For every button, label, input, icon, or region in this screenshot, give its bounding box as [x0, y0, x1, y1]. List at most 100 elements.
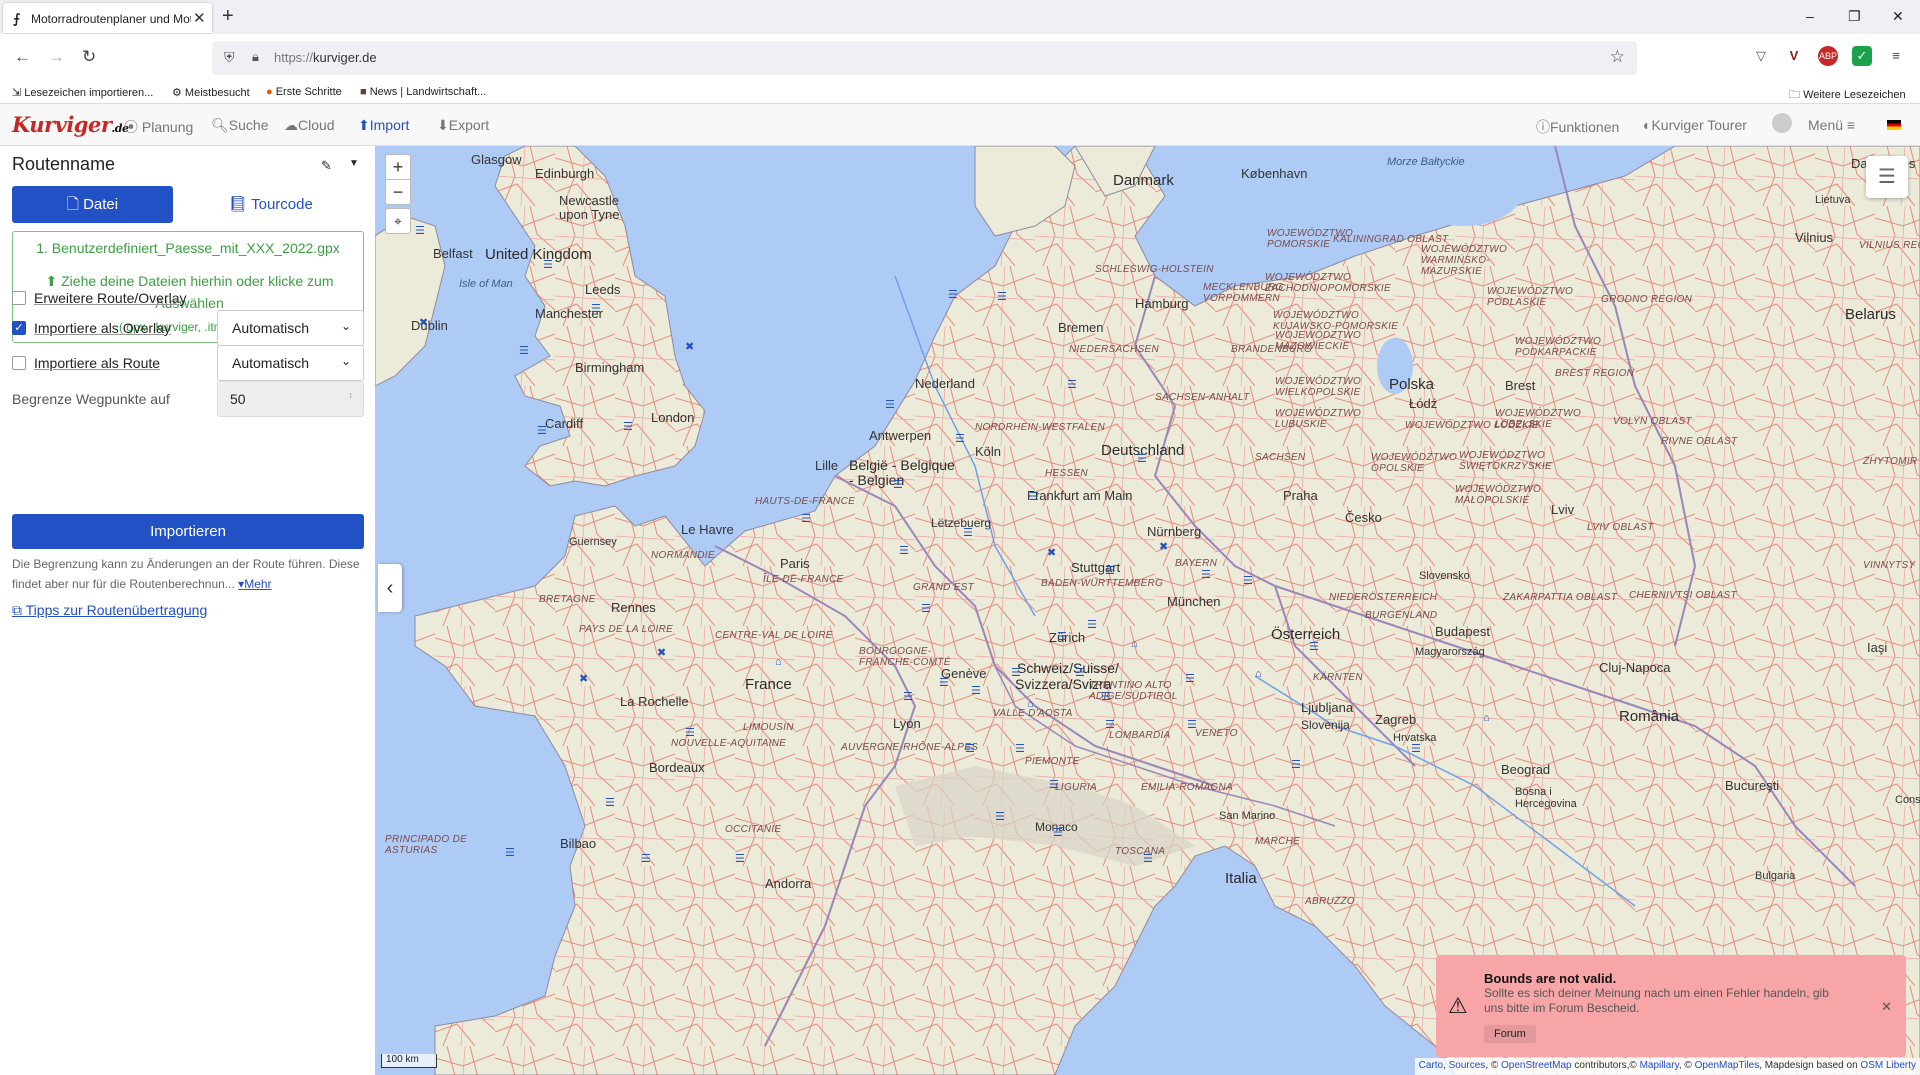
nav-export[interactable]: ⬇Export	[437, 117, 489, 134]
restore-button[interactable]: ❐	[1848, 8, 1861, 25]
waypoint-icon[interactable]: ☰	[963, 526, 973, 539]
attrib-osmliberty-link[interactable]: OSM Liberty	[1860, 1060, 1916, 1071]
import-overlay-checkbox[interactable]: ✓	[12, 321, 26, 335]
new-tab-button[interactable]: +	[222, 5, 234, 28]
waypoint-icon[interactable]: ☰	[1243, 574, 1253, 587]
pass-icon[interactable]: ✖	[419, 316, 428, 329]
hut-icon[interactable]: ⌂	[1255, 668, 1262, 680]
waypoint-icon[interactable]: ☰	[685, 726, 695, 739]
german-flag-icon[interactable]	[1887, 120, 1901, 130]
route-mode-select[interactable]: Automatisch ⌄	[217, 345, 364, 381]
pass-icon[interactable]: ✖	[1047, 546, 1056, 559]
more-link[interactable]: ▾Mehr	[238, 577, 271, 591]
waypoint-icon[interactable]: ☰	[605, 796, 615, 809]
hut-icon[interactable]: ⌂	[1131, 638, 1138, 650]
waypoint-icon[interactable]: ☰	[965, 742, 975, 755]
spinner-icon[interactable]: ↕	[349, 390, 354, 400]
browser-tab[interactable]: ⨍ Motorradroutenplaner und Mot ✕	[3, 3, 212, 33]
waypoint-icon[interactable]: ☰	[1101, 690, 1111, 703]
waypoint-icon[interactable]: ☰	[801, 512, 811, 525]
tips-link[interactable]: ⧉ Tipps zur Routenübertragung	[12, 602, 207, 619]
tab-close-icon[interactable]: ✕	[193, 9, 206, 27]
waypoint-icon[interactable]: ☰	[1015, 742, 1025, 755]
hut-icon[interactable]: ⌂	[1483, 712, 1490, 724]
close-window-button[interactable]: ✕	[1892, 8, 1904, 25]
waypoint-icon[interactable]: ☰	[641, 852, 651, 865]
attrib-osm-link[interactable]: OpenStreetMap	[1501, 1060, 1572, 1071]
bookmark-star-icon[interactable]: ☆	[1610, 47, 1625, 67]
import-button[interactable]: Importieren	[12, 514, 364, 549]
hut-icon[interactable]: ⌂	[775, 656, 782, 668]
checkmark-extension-icon[interactable]: ✓	[1852, 46, 1872, 66]
attrib-mapillary-link[interactable]: Mapillary	[1640, 1060, 1679, 1071]
attrib-carto-link[interactable]: Carto	[1419, 1060, 1443, 1071]
tab-tourcode[interactable]: 📘︎ Tourcode	[190, 186, 351, 223]
pocket-icon[interactable]: ▽	[1751, 46, 1771, 66]
waypoint-icon[interactable]: ☰	[1011, 666, 1021, 679]
waypoint-icon[interactable]: ☰	[903, 690, 913, 703]
nav-suche[interactable]: 🔍︎Suche	[211, 117, 268, 134]
nav-funktionen[interactable]: ⓘFunktionen	[1536, 117, 1619, 137]
map-canvas[interactable]: Glasgow Edinburgh Newcastle upon Tyne Un…	[375, 146, 1920, 1075]
waypoint-icon[interactable]: ☰	[893, 478, 903, 491]
waypoint-icon[interactable]: ☰	[1309, 640, 1319, 653]
waypoint-icon[interactable]: ☰	[1105, 564, 1115, 577]
bookmark-import[interactable]: ⇲ Lesezeichen importieren...	[12, 86, 153, 99]
waypoint-icon[interactable]: ☰	[995, 810, 1005, 823]
tab-datei[interactable]: 🗋︎ Datei	[12, 186, 173, 223]
vivaldi-extension-icon[interactable]: V	[1784, 46, 1804, 66]
waypoint-icon[interactable]: ☰	[1137, 452, 1147, 465]
forward-icon[interactable]: →	[48, 47, 65, 67]
waypoint-icon[interactable]: ☰	[885, 398, 895, 411]
nav-planung[interactable]: ⦿ Planung	[124, 117, 193, 137]
waypoint-icon[interactable]: ☰	[1087, 618, 1097, 631]
waypoint-icon[interactable]: ☰	[623, 420, 633, 433]
waypoint-icon[interactable]: ☰	[415, 224, 425, 237]
extended-route-label[interactable]: Erweitere Route/Overlay	[34, 290, 187, 306]
avatar[interactable]	[1772, 113, 1792, 133]
waypoint-icon[interactable]: ☰	[537, 424, 547, 437]
import-overlay-label[interactable]: Importiere als Overlay	[34, 320, 171, 336]
nav-menu[interactable]: Menü ≡	[1808, 117, 1855, 133]
waypoint-icon[interactable]: ☰	[1053, 826, 1063, 839]
locate-pin-icon[interactable]: ⌖	[385, 208, 411, 234]
bookmark-folder-more[interactable]: 🗀︎ Weitere Lesezeichen	[1789, 86, 1906, 105]
route-name-title[interactable]: Routenname	[12, 154, 115, 175]
pencil-icon[interactable]: ✎	[321, 158, 332, 174]
zoom-out-button[interactable]: −	[385, 179, 411, 205]
waypoint-icon[interactable]: ☰	[939, 676, 949, 689]
adblock-icon[interactable]: ABP	[1818, 46, 1838, 66]
bookmark-news[interactable]: ■ News | Landwirtschaft...	[360, 86, 486, 98]
waypoint-icon[interactable]: ☰	[1029, 490, 1039, 503]
waypoint-icon[interactable]: ☰	[1185, 672, 1195, 685]
overlay-mode-select[interactable]: Automatisch ⌄	[217, 310, 364, 346]
bookmark-most-visited[interactable]: ⚙ Meistbesucht	[172, 86, 250, 99]
waypoint-icon[interactable]: ☰	[997, 290, 1007, 303]
waypoint-icon[interactable]: ☰	[505, 846, 515, 859]
waypoint-icon[interactable]: ☰	[591, 302, 601, 315]
forum-button[interactable]: Forum	[1484, 1025, 1536, 1043]
reload-icon[interactable]: ↻	[82, 47, 96, 67]
zoom-in-button[interactable]: +	[385, 154, 411, 180]
waypoint-icon[interactable]: ☰	[948, 288, 958, 301]
hut-icon[interactable]: ⌂	[1027, 698, 1034, 710]
bookmark-first-steps[interactable]: ● Erste Schritte	[266, 86, 342, 98]
shield-icon[interactable]: ⛨	[224, 49, 235, 66]
hamburger-menu-icon[interactable]: ≡	[1886, 46, 1906, 66]
nav-kurviger-tourer[interactable]: ◐Kurviger Tourer	[1643, 117, 1747, 133]
pass-icon[interactable]: ✖	[1159, 540, 1168, 553]
waypoint-limit-input[interactable]: 50 ↕	[217, 381, 364, 417]
nav-cloud[interactable]: ☁Cloud	[284, 117, 335, 134]
back-icon[interactable]: ←	[14, 47, 31, 67]
pass-icon[interactable]: ✖	[657, 646, 666, 659]
waypoint-icon[interactable]: ☰	[519, 344, 529, 357]
waypoint-icon[interactable]: ☰	[1411, 742, 1421, 755]
attrib-openmaptiles-link[interactable]: OpenMapTiles	[1695, 1060, 1760, 1071]
url-bar[interactable]: ⛨ 🔒︎ https://kurviger.de ☆	[212, 41, 1637, 75]
waypoint-icon[interactable]: ☰	[971, 684, 981, 697]
pass-icon[interactable]: ✖	[579, 672, 588, 685]
url-text[interactable]: https://kurviger.de	[274, 50, 377, 65]
pass-icon[interactable]: ✖	[685, 340, 694, 353]
extended-route-checkbox[interactable]	[12, 291, 26, 305]
import-route-label[interactable]: Importiere als Route	[34, 355, 160, 371]
